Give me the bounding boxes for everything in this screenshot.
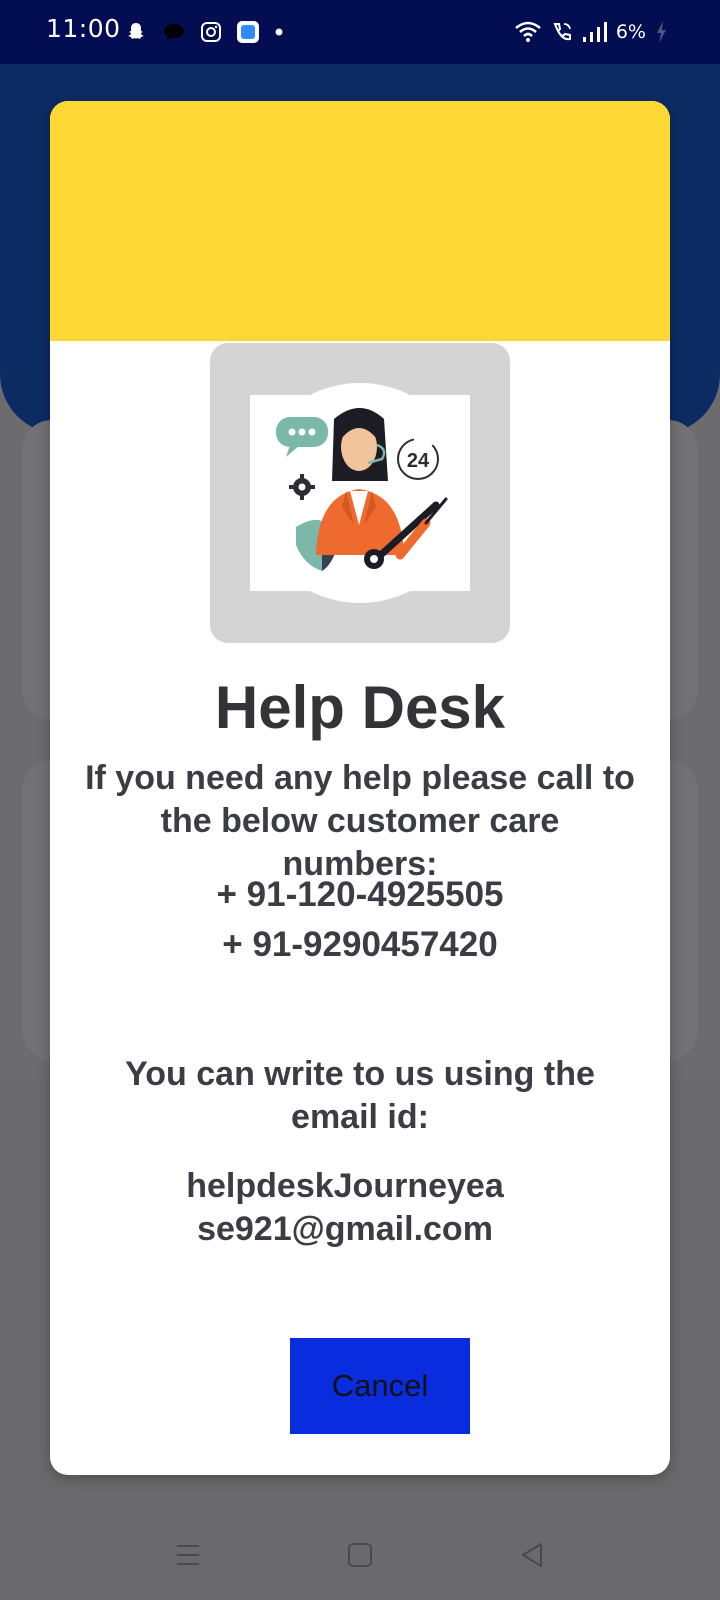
24-hours-icon: 24 — [397, 438, 439, 480]
signal-icon — [582, 22, 607, 42]
chat-bubble-icon — [164, 24, 184, 41]
back-button[interactable] — [502, 1530, 562, 1580]
dot-icon — [275, 28, 283, 36]
status-bar: 11:00 6% — [0, 0, 720, 64]
wifi-icon — [515, 21, 541, 42]
home-button[interactable] — [330, 1530, 390, 1580]
status-time: 11:00 — [46, 14, 121, 43]
phone-number-secondary[interactable]: + 91-9290457420 — [50, 925, 670, 965]
dialog-title: Help Desk — [214, 674, 506, 741]
navigation-bar — [0, 1520, 720, 1600]
app-icon — [237, 21, 259, 43]
phone-number-primary[interactable]: + 91-120-4925505 — [50, 875, 670, 915]
help-desk-dialog: 24 Help Desk If you need any help please… — [50, 101, 670, 1475]
notification-icons — [124, 18, 284, 46]
svg-text:24: 24 — [407, 450, 430, 472]
menu-icon — [177, 1545, 199, 1565]
wifi-call-icon — [553, 23, 571, 41]
email-address[interactable]: helpdeskJourneyease921@gmail.com — [180, 1165, 510, 1251]
help-message: If you need any help please call to the … — [85, 759, 635, 883]
email-label: You can write to us using the email id: — [125, 1055, 595, 1136]
agent-figure — [316, 408, 404, 555]
cancel-button[interactable]: Cancel — [290, 1338, 470, 1434]
snapchat-icon — [128, 23, 144, 39]
battery-percent: 6% — [615, 21, 646, 43]
battery-icon — [657, 21, 666, 43]
home-icon — [348, 1543, 372, 1567]
speech-bubble-icon — [276, 417, 328, 457]
menu-button[interactable] — [158, 1530, 218, 1580]
instagram-icon — [201, 22, 221, 42]
dialog-header — [50, 101, 670, 341]
gear-icon — [289, 474, 315, 500]
back-icon — [522, 1543, 542, 1567]
customer-support-illustration: 24 — [250, 395, 470, 591]
illustration-frame: 24 — [210, 343, 510, 643]
system-icons: 6% — [514, 18, 668, 46]
